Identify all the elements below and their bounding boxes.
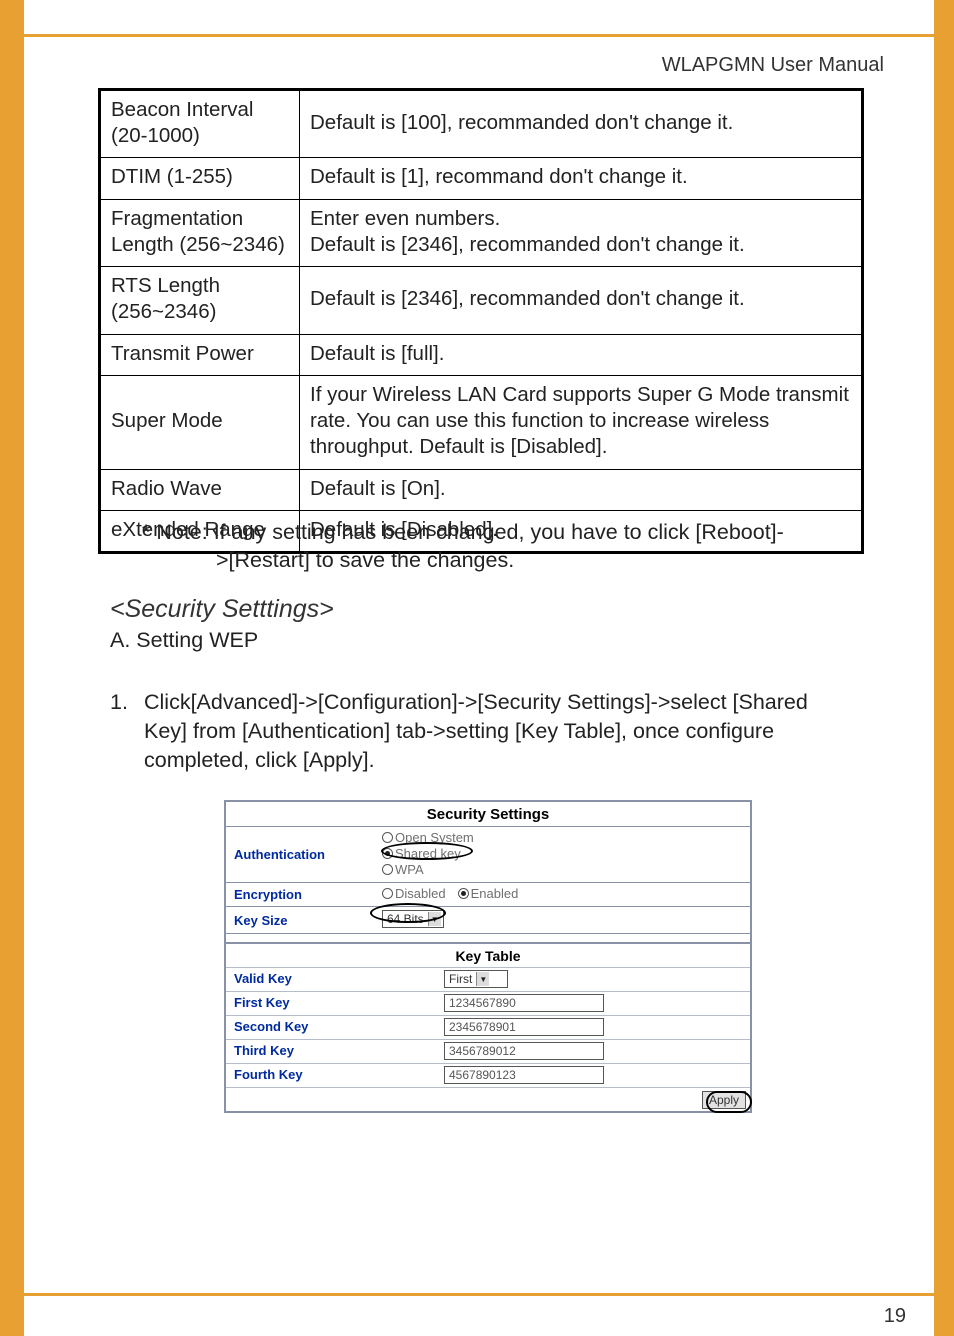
setting-desc: Default is [2346], recommanded don't cha… bbox=[300, 267, 863, 334]
enc-disabled-option[interactable]: Disabled bbox=[382, 886, 446, 901]
fourth-key-input[interactable] bbox=[444, 1066, 604, 1084]
auth-open-option[interactable]: Open System bbox=[382, 830, 474, 845]
setting-desc: Default is [full]. bbox=[300, 334, 863, 375]
apply-button[interactable]: Apply bbox=[702, 1091, 746, 1109]
key-label: Third Key bbox=[226, 1040, 436, 1063]
radio-selected-icon bbox=[458, 888, 469, 899]
key-label: First Key bbox=[226, 992, 436, 1015]
setting-name: Transmit Power bbox=[100, 334, 300, 375]
security-settings-screenshot: Security Settings Authentication Open Sy… bbox=[224, 800, 752, 1113]
second-key-input[interactable] bbox=[444, 1018, 604, 1036]
keysize-dropdown[interactable]: 64 Bits ▼ bbox=[382, 910, 444, 928]
encryption-row: Encryption Disabled Enabled bbox=[226, 882, 750, 906]
validkey-dropdown[interactable]: First ▼ bbox=[444, 970, 508, 988]
keytable-title: Key Table bbox=[226, 942, 750, 967]
security-settings-heading: <Security Setttings> bbox=[110, 595, 334, 624]
keysize-value: 64 Bits bbox=[387, 912, 424, 926]
validkey-value: First bbox=[449, 972, 472, 986]
key-row: First Key bbox=[226, 991, 750, 1015]
key-label: Second Key bbox=[226, 1016, 436, 1039]
auth-shared-option[interactable]: Shared key bbox=[382, 846, 461, 861]
auth-wpa-option[interactable]: WPA bbox=[382, 862, 424, 877]
key-row: Third Key bbox=[226, 1039, 750, 1063]
setting-desc: Default is [1], recommand don't change i… bbox=[300, 158, 863, 199]
header-title: WLAPGMN User Manual bbox=[662, 54, 884, 77]
key-label: Fourth Key bbox=[226, 1064, 436, 1087]
setting-desc: Default is [On]. bbox=[300, 469, 863, 510]
setting-name: RTS Length (256~2346) bbox=[100, 267, 300, 334]
step-text: Click[Advanced]->[Configuration]->[Secur… bbox=[144, 688, 844, 776]
setting-desc: If your Wireless LAN Card supports Super… bbox=[300, 375, 863, 469]
header-rule bbox=[24, 34, 938, 37]
third-key-input[interactable] bbox=[444, 1042, 604, 1060]
footer-rule bbox=[24, 1293, 938, 1296]
enc-enabled-option[interactable]: Enabled bbox=[458, 886, 519, 901]
validkey-label: Valid Key bbox=[226, 968, 436, 991]
table-row: Super Mode If your Wireless LAN Card sup… bbox=[100, 375, 863, 469]
keysize-field: 64 Bits ▼ bbox=[374, 907, 750, 933]
table-row: Radio Wave Default is [On]. bbox=[100, 469, 863, 510]
validkey-row: Valid Key First ▼ bbox=[226, 967, 750, 991]
setting-desc: Enter even numbers. Default is [2346], r… bbox=[300, 199, 863, 266]
authentication-options: Open System Shared key WPA bbox=[374, 827, 750, 882]
setting-name: Radio Wave bbox=[100, 469, 300, 510]
page-number: 19 bbox=[884, 1305, 906, 1328]
setting-name: DTIM (1-255) bbox=[100, 158, 300, 199]
authentication-row: Authentication Open System Shared key WP… bbox=[226, 826, 750, 882]
setting-name: Fragmentation Length (256~2346) bbox=[100, 199, 300, 266]
encryption-options: Disabled Enabled bbox=[374, 883, 750, 906]
radio-icon bbox=[382, 888, 393, 899]
radio-selected-icon bbox=[382, 848, 393, 859]
keysize-row: Key Size 64 Bits ▼ bbox=[226, 906, 750, 934]
radio-icon bbox=[382, 864, 393, 875]
authentication-label: Authentication bbox=[226, 827, 374, 882]
apply-row: Apply bbox=[226, 1087, 750, 1111]
note-line-1: * Note: If any setting has been changed,… bbox=[142, 518, 872, 547]
keysize-label: Key Size bbox=[226, 907, 374, 933]
step-number: 1. bbox=[110, 688, 138, 717]
setting-desc: Default is [100], recommanded don't chan… bbox=[300, 90, 863, 158]
table-row: Fragmentation Length (256~2346) Enter ev… bbox=[100, 199, 863, 266]
table-row: RTS Length (256~2346) Default is [2346],… bbox=[100, 267, 863, 334]
chevron-down-icon: ▼ bbox=[428, 912, 441, 926]
radio-icon bbox=[382, 832, 393, 843]
first-key-input[interactable] bbox=[444, 994, 604, 1012]
setting-name: Beacon Interval (20-1000) bbox=[100, 90, 300, 158]
screenshot-title: Security Settings bbox=[226, 802, 750, 826]
step-1: 1. Click[Advanced]->[Configuration]->[Se… bbox=[110, 688, 850, 776]
chevron-down-icon: ▼ bbox=[476, 972, 489, 986]
setting-wep-heading: A. Setting WEP bbox=[110, 628, 258, 653]
setting-name: Super Mode bbox=[100, 375, 300, 469]
table-row: DTIM (1-255) Default is [1], recommand d… bbox=[100, 158, 863, 199]
note-line-2: >[Restart] to save the changes. bbox=[216, 548, 514, 573]
page: WLAPGMN User Manual Beacon Interval (20-… bbox=[20, 0, 934, 1336]
table-row: Beacon Interval (20-1000) Default is [10… bbox=[100, 90, 863, 158]
key-row: Second Key bbox=[226, 1015, 750, 1039]
settings-table: Beacon Interval (20-1000) Default is [10… bbox=[98, 88, 864, 554]
table-row: Transmit Power Default is [full]. bbox=[100, 334, 863, 375]
encryption-label: Encryption bbox=[226, 883, 374, 906]
key-row: Fourth Key bbox=[226, 1063, 750, 1087]
